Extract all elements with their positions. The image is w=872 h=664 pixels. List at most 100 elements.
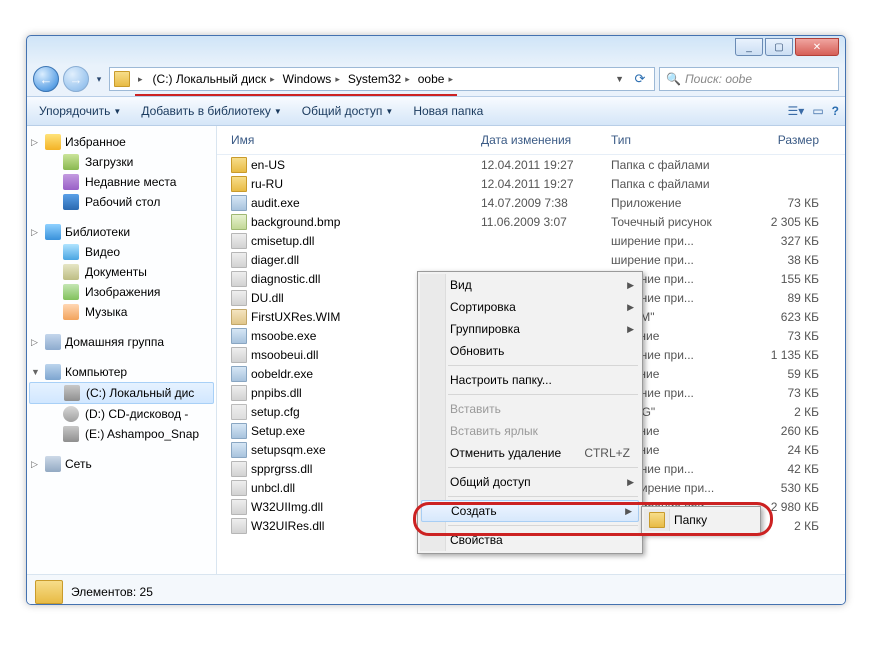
pictures-icon <box>63 284 79 300</box>
homegroup-icon <box>45 334 61 350</box>
file-row[interactable]: diager.dllширение при...38 КБ <box>217 250 845 269</box>
search-icon: 🔍 <box>666 72 681 86</box>
downloads-icon <box>63 154 79 170</box>
col-type[interactable]: Тип <box>605 130 745 150</box>
file-row[interactable]: cmisetup.dllширение при...327 КБ <box>217 231 845 250</box>
explorer-window: _ ▢ ✕ ← → ▾ ▸ (C:) Локальный диск▸ Windo… <box>26 35 846 605</box>
file-icon <box>231 385 247 401</box>
file-icon <box>231 461 247 477</box>
sidebar-item-disk-c[interactable]: (C:) Локальный дис <box>29 382 214 404</box>
file-icon <box>231 442 247 458</box>
star-icon <box>45 134 61 150</box>
documents-icon <box>63 264 79 280</box>
view-mode-button[interactable]: ☰▾ <box>788 104 805 118</box>
nav-back-button[interactable]: ← <box>33 66 59 92</box>
file-icon <box>231 290 247 306</box>
file-icon <box>231 252 247 268</box>
file-icon <box>231 176 247 192</box>
file-icon <box>231 309 247 325</box>
sidebar-item-desktop[interactable]: Рабочий стол <box>27 192 216 212</box>
file-row[interactable]: background.bmp11.06.2009 3:07Точечный ри… <box>217 212 845 231</box>
maximize-button[interactable]: ▢ <box>765 38 793 56</box>
cd-icon <box>63 406 79 422</box>
help-button[interactable]: ? <box>832 104 839 118</box>
address-bar[interactable]: ▸ (C:) Локальный диск▸ Windows▸ System32… <box>109 67 655 91</box>
sidebar-item-disk-e[interactable]: (E:) Ashampoo_Snap <box>27 424 216 444</box>
file-row[interactable]: ru-RU12.04.2011 19:27Папка с файлами <box>217 174 845 193</box>
file-icon <box>231 233 247 249</box>
breadcrumb-item[interactable]: Windows▸ <box>279 71 344 87</box>
titlebar[interactable]: _ ▢ ✕ <box>27 36 845 64</box>
libraries-icon <box>45 224 61 240</box>
add-to-library-button[interactable]: Добавить в библиотеку ▼ <box>135 101 287 121</box>
search-input[interactable]: 🔍 Поиск: oobe <box>659 67 839 91</box>
breadcrumb-item[interactable]: (C:) Локальный диск▸ <box>149 71 279 87</box>
file-icon <box>231 404 247 420</box>
toolbar: Упорядочить ▼ Добавить в библиотеку ▼ Об… <box>27 96 845 126</box>
network-icon <box>45 456 61 472</box>
sidebar-homegroup-header[interactable]: ▷Домашняя группа <box>27 332 216 352</box>
computer-icon <box>45 364 61 380</box>
sidebar-item-music[interactable]: Музыка <box>27 302 216 322</box>
file-icon <box>231 271 247 287</box>
ctx-properties[interactable]: Свойства <box>420 529 640 551</box>
refresh-button[interactable]: ⟳ <box>630 71 650 87</box>
nav-forward-button[interactable]: → <box>63 66 89 92</box>
sidebar-computer-header[interactable]: ▼Компьютер <box>27 362 216 382</box>
sidebar-item-documents[interactable]: Документы <box>27 262 216 282</box>
sidebar-item-pictures[interactable]: Изображения <box>27 282 216 302</box>
file-icon <box>231 328 247 344</box>
sidebar-item-videos[interactable]: Видео <box>27 242 216 262</box>
file-icon <box>231 195 247 211</box>
sidebar-item-disk-d[interactable]: (D:) CD-дисковод - <box>27 404 216 424</box>
col-name[interactable]: Имя <box>225 130 475 150</box>
ctx-refresh[interactable]: Обновить <box>420 340 640 362</box>
preview-pane-button[interactable]: ▭ <box>812 104 823 118</box>
ctx-customize[interactable]: Настроить папку... <box>420 369 640 391</box>
breadcrumb-arrow[interactable]: ▸ <box>132 73 147 86</box>
file-icon <box>231 518 247 534</box>
create-submenu: Папку <box>641 506 761 534</box>
sidebar-item-recent[interactable]: Недавние места <box>27 172 216 192</box>
disk-icon <box>63 426 79 442</box>
file-icon <box>231 499 247 515</box>
ctx-view[interactable]: Вид▶ <box>420 274 640 296</box>
nav-history-dropdown[interactable]: ▾ <box>93 69 105 89</box>
ctx-create[interactable]: Создать▶ <box>421 500 639 522</box>
share-button[interactable]: Общий доступ ▼ <box>296 101 400 121</box>
addr-dropdown[interactable]: ▼ <box>611 74 628 84</box>
minimize-button[interactable]: _ <box>735 38 763 56</box>
file-icon <box>231 347 247 363</box>
folder-icon <box>114 71 130 87</box>
sidebar-item-downloads[interactable]: Загрузки <box>27 152 216 172</box>
sidebar-favorites-header[interactable]: ▷Избранное <box>27 132 216 152</box>
breadcrumb: (C:) Локальный диск▸ Windows▸ System32▸ … <box>149 71 457 87</box>
ctx-group[interactable]: Группировка▶ <box>420 318 640 340</box>
column-headers: Имя Дата изменения Тип Размер <box>217 126 845 155</box>
ctx-undo-delete[interactable]: Отменить удалениеCTRL+Z <box>420 442 640 464</box>
file-row[interactable]: en-US12.04.2011 19:27Папка с файлами <box>217 155 845 174</box>
disk-icon <box>64 385 80 401</box>
file-icon <box>231 423 247 439</box>
folder-icon <box>35 580 63 604</box>
ctx-sort[interactable]: Сортировка▶ <box>420 296 640 318</box>
create-folder-item[interactable]: Папку <box>644 509 758 531</box>
organize-button[interactable]: Упорядочить ▼ <box>33 101 127 121</box>
file-icon <box>231 157 247 173</box>
col-date[interactable]: Дата изменения <box>475 130 605 150</box>
sidebar: ▷Избранное Загрузки Недавние места Рабоч… <box>27 126 217 574</box>
breadcrumb-item[interactable]: oobe▸ <box>414 71 457 87</box>
file-icon <box>231 214 247 230</box>
col-size[interactable]: Размер <box>745 130 825 150</box>
search-placeholder: Поиск: oobe <box>685 72 752 86</box>
sidebar-libraries-header[interactable]: ▷Библиотеки <box>27 222 216 242</box>
new-folder-button[interactable]: Новая папка <box>407 101 489 121</box>
address-row: ← → ▾ ▸ (C:) Локальный диск▸ Windows▸ Sy… <box>27 64 845 94</box>
sidebar-network-header[interactable]: ▷Сеть <box>27 454 216 474</box>
breadcrumb-item[interactable]: System32▸ <box>344 71 414 87</box>
file-row[interactable]: audit.exe14.07.2009 7:38Приложение73 КБ <box>217 193 845 212</box>
folder-icon <box>649 512 665 528</box>
ctx-paste: Вставить <box>420 398 640 420</box>
ctx-share[interactable]: Общий доступ▶ <box>420 471 640 493</box>
close-button[interactable]: ✕ <box>795 38 839 56</box>
